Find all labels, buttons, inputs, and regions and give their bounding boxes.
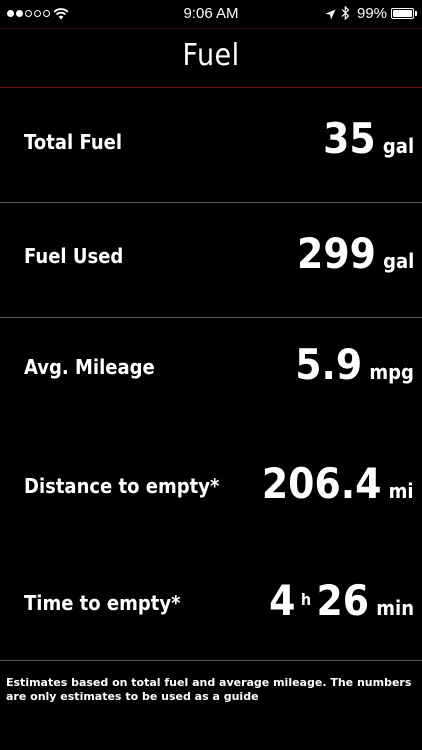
footnote-divider: [0, 660, 422, 661]
fuel-used-row: Fuel Used 299 gal: [0, 203, 422, 317]
page-title: Fuel: [182, 38, 240, 73]
time-to-empty-row: Time to empty* 4 h 26 min: [0, 546, 422, 660]
time-to-empty-hours: 4: [269, 576, 296, 625]
fuel-used-label: Fuel Used: [24, 244, 124, 268]
avg-mileage-row: Avg. Mileage 5.9 mpg: [0, 318, 422, 432]
fuel-used-value: 299 gal: [297, 233, 414, 275]
avg-mileage-number: 5.9: [295, 340, 363, 389]
time-to-empty-label: Time to empty*: [24, 591, 181, 615]
distance-to-empty-value: 206.4 mi: [262, 463, 414, 505]
total-fuel-label: Total Fuel: [24, 130, 123, 154]
total-fuel-value: 35 gal: [323, 118, 414, 160]
battery-level-fill: [393, 10, 412, 17]
status-divider: [0, 28, 422, 29]
distance-to-empty-label: Distance to empty*: [24, 474, 220, 498]
time-to-empty-hours-unit: h: [300, 590, 312, 609]
total-fuel-number: 35: [322, 114, 376, 163]
time-to-empty-minutes: 26: [316, 576, 370, 625]
estimate-footnote: Estimates based on total fuel and averag…: [6, 676, 412, 703]
time-to-empty-minutes-unit: min: [376, 596, 414, 620]
avg-mileage-label: Avg. Mileage: [24, 355, 155, 379]
battery-percent: 99%: [357, 5, 388, 22]
total-fuel-row: Total Fuel 35 gal: [0, 88, 422, 202]
fuel-used-number: 299: [296, 229, 376, 278]
location-arrow-icon: [325, 7, 336, 24]
distance-to-empty-number: 206.4: [262, 459, 382, 508]
total-fuel-unit: gal: [382, 134, 414, 158]
distance-to-empty-unit: mi: [389, 479, 414, 503]
fuel-screen: 9:06 AM 99% Fuel Total Fuel 35 gal Fuel …: [0, 0, 422, 750]
fuel-used-unit: gal: [382, 249, 414, 273]
status-bar: 9:06 AM 99%: [0, 0, 422, 28]
avg-mileage-value: 5.9 mpg: [295, 344, 414, 386]
battery-icon: [391, 8, 414, 19]
avg-mileage-unit: mpg: [369, 360, 414, 384]
time-to-empty-value: 4 h 26 min: [269, 580, 414, 622]
distance-to-empty-row: Distance to empty* 206.4 mi: [0, 432, 422, 546]
bluetooth-icon: [341, 5, 350, 24]
